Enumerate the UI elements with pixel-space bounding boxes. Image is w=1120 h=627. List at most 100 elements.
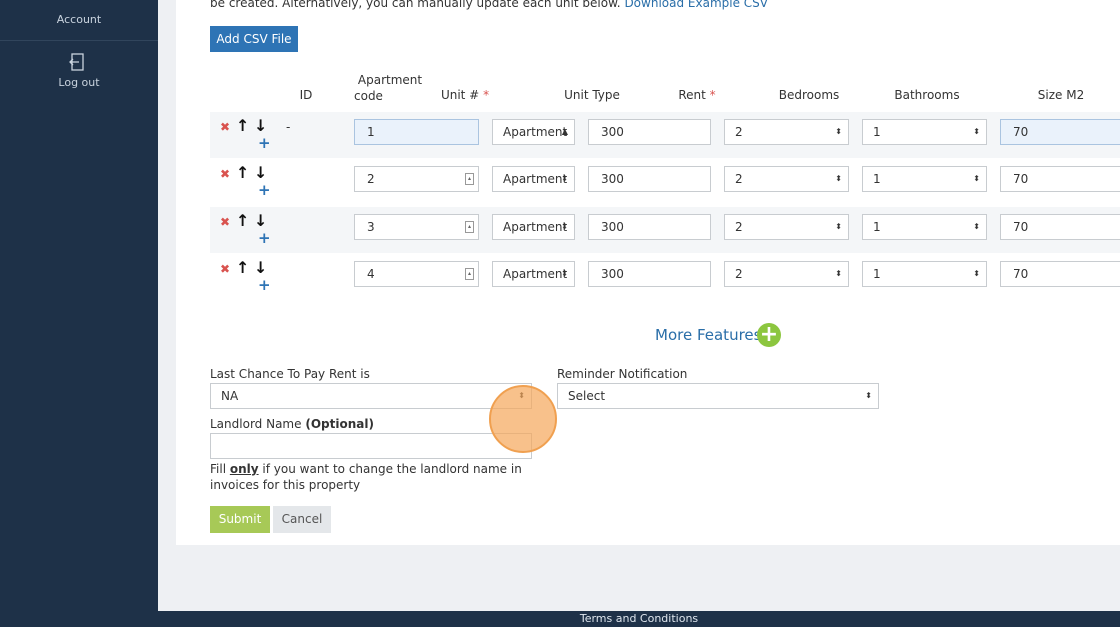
remove-row-icon[interactable]: ✖ [220, 120, 230, 134]
unit-type-select[interactable]: Apartment ⬍ [492, 166, 575, 192]
header-bedrooms: Bedrooms [778, 88, 840, 102]
header-apartment-code-line2: code [354, 89, 383, 103]
reminder-select[interactable]: Select ⬍ [557, 383, 879, 409]
size-input[interactable]: 70 [1000, 119, 1120, 145]
bedrooms-select[interactable]: 2 ⬍ [724, 166, 849, 192]
bedrooms-select[interactable]: 2 ⬍ [724, 119, 849, 145]
arrow-up-icon[interactable]: ↑ [236, 258, 249, 277]
arrow-up-icon[interactable]: ↑ [236, 211, 249, 230]
help-emphasis: only [229, 462, 259, 476]
unit-number-input[interactable]: 3 ▴ [354, 214, 479, 240]
landlord-name-input[interactable] [210, 433, 532, 459]
select-arrow-icon: ⬍ [835, 127, 842, 136]
spinner-icon[interactable]: ▴ [465, 173, 474, 185]
header-unit-type: Unit Type [564, 88, 620, 102]
add-csv-button[interactable]: Add CSV File [210, 26, 298, 52]
select-arrow-icon: ⬍ [973, 222, 980, 231]
select-arrow-icon: ⬍ [835, 174, 842, 183]
main-content: be created. Alternatively, you can manua… [158, 0, 1120, 611]
form-panel: be created. Alternatively, you can manua… [176, 0, 1120, 545]
bathrooms-select[interactable]: 1 ⬍ [862, 261, 987, 287]
select-arrow-icon: ⬍ [835, 269, 842, 278]
download-example-link[interactable]: Download Example CSV [624, 0, 768, 10]
header-apartment-code-line1: Apartment [357, 73, 423, 87]
select-arrow-icon: ⬍ [561, 174, 568, 183]
add-row-icon[interactable]: + [258, 276, 271, 294]
size-input[interactable]: 70 [1000, 166, 1120, 192]
rent-input[interactable]: 300 [588, 214, 711, 240]
arrow-down-icon[interactable]: ↓ [254, 116, 267, 135]
table-row: ✖ ↑ ↓ + - 1 Apartment ▲ 300 2 ⬍ 1 ⬍ 70 [210, 112, 1120, 158]
plus-circle-icon[interactable]: + [757, 323, 781, 347]
required-mark: * [483, 88, 490, 102]
footer: Terms and Conditions [158, 611, 1120, 627]
table-row: ✖ ↑ ↓ + 4 ▴ Apartment ⬍ 300 2 ⬍ 1 ⬍ 70 [210, 254, 1120, 300]
unit-type-select[interactable]: Apartment ⬍ [492, 214, 575, 240]
arrow-up-icon[interactable]: ↑ [236, 163, 249, 182]
arrow-up-icon[interactable]: ↑ [236, 116, 249, 135]
bathrooms-select[interactable]: 1 ⬍ [862, 214, 987, 240]
header-id: ID [299, 88, 313, 102]
select-arrow-icon: ⬍ [561, 222, 568, 231]
unit-number-input[interactable]: 2 ▴ [354, 166, 479, 192]
select-arrow-icon: ⬍ [973, 127, 980, 136]
optional-mark: (Optional) [305, 417, 374, 431]
rent-input[interactable]: 300 [588, 261, 711, 287]
last-chance-label: Last Chance To Pay Rent is [210, 367, 370, 381]
logout-icon [69, 53, 84, 71]
arrow-down-icon[interactable]: ↓ [254, 211, 267, 230]
bedrooms-select[interactable]: 2 ⬍ [724, 261, 849, 287]
unit-type-select[interactable]: Apartment ⬍ [492, 261, 575, 287]
terms-link[interactable]: Terms and Conditions [580, 612, 698, 625]
add-row-icon[interactable]: + [258, 134, 271, 152]
add-row-icon[interactable]: + [258, 229, 271, 247]
unit-number-input[interactable]: 1 [354, 119, 479, 145]
header-size: Size M2 [1037, 88, 1085, 102]
select-arrow-icon: ⬍ [561, 269, 568, 278]
rent-input[interactable]: 300 [588, 119, 711, 145]
select-arrow-icon: ⬍ [865, 391, 872, 400]
rent-input[interactable]: 300 [588, 166, 711, 192]
spinner-icon[interactable]: ▴ [465, 268, 474, 280]
bathrooms-select[interactable]: 1 ⬍ [862, 166, 987, 192]
spinner-icon[interactable]: ▴ [465, 221, 474, 233]
sidebar-item-account[interactable]: Account [0, 13, 158, 26]
landlord-help-text: Fill only if you want to change the land… [210, 462, 522, 492]
table-row: ✖ ↑ ↓ + 3 ▴ Apartment ⬍ 300 2 ⬍ 1 ⬍ 70 [210, 207, 1120, 253]
click-indicator [489, 385, 557, 453]
add-row-icon[interactable]: + [258, 181, 271, 199]
unit-type-select[interactable]: Apartment ▲ [492, 119, 575, 145]
landlord-label-text: Landlord Name [210, 417, 302, 431]
remove-row-icon[interactable]: ✖ [220, 215, 230, 229]
select-arrow-icon: ▲ [561, 127, 568, 136]
select-arrow-icon: ⬍ [835, 222, 842, 231]
header-rent: Rent * [678, 88, 716, 102]
arrow-down-icon[interactable]: ↓ [254, 258, 267, 277]
header-unit: Unit # * [440, 88, 490, 102]
intro-text: be created. Alternatively, you can manua… [210, 0, 768, 10]
bathrooms-select[interactable]: 1 ⬍ [862, 119, 987, 145]
bedrooms-select[interactable]: 2 ⬍ [724, 214, 849, 240]
intro-sentence: be created. Alternatively, you can manua… [210, 0, 621, 10]
sidebar-item-logout[interactable]: Log out [0, 52, 158, 89]
landlord-label: Landlord Name (Optional) [210, 417, 374, 431]
reminder-label: Reminder Notification [557, 367, 688, 381]
sidebar: Account Log out [0, 0, 158, 627]
required-mark: * [709, 88, 716, 102]
unit-number-input[interactable]: 4 ▴ [354, 261, 479, 287]
cancel-button[interactable]: Cancel [273, 506, 331, 533]
table-row: ✖ ↑ ↓ + 2 ▴ Apartment ⬍ 300 2 ⬍ 1 ⬍ 70 [210, 159, 1120, 205]
last-chance-select[interactable]: NA⬍ [210, 383, 532, 409]
select-arrow-icon: ⬍ [973, 269, 980, 278]
arrow-down-icon[interactable]: ↓ [254, 163, 267, 182]
remove-row-icon[interactable]: ✖ [220, 262, 230, 276]
size-input[interactable]: 70 [1000, 214, 1120, 240]
submit-button[interactable]: Submit [210, 506, 270, 533]
sidebar-divider [0, 40, 158, 41]
remove-row-icon[interactable]: ✖ [220, 167, 230, 181]
more-features-link[interactable]: More Features [655, 326, 761, 344]
header-bathrooms: Bathrooms [894, 88, 960, 102]
unit-id: - [286, 120, 291, 134]
size-input[interactable]: 70 [1000, 261, 1120, 287]
header-apartment-code: Apartment code [348, 72, 432, 104]
